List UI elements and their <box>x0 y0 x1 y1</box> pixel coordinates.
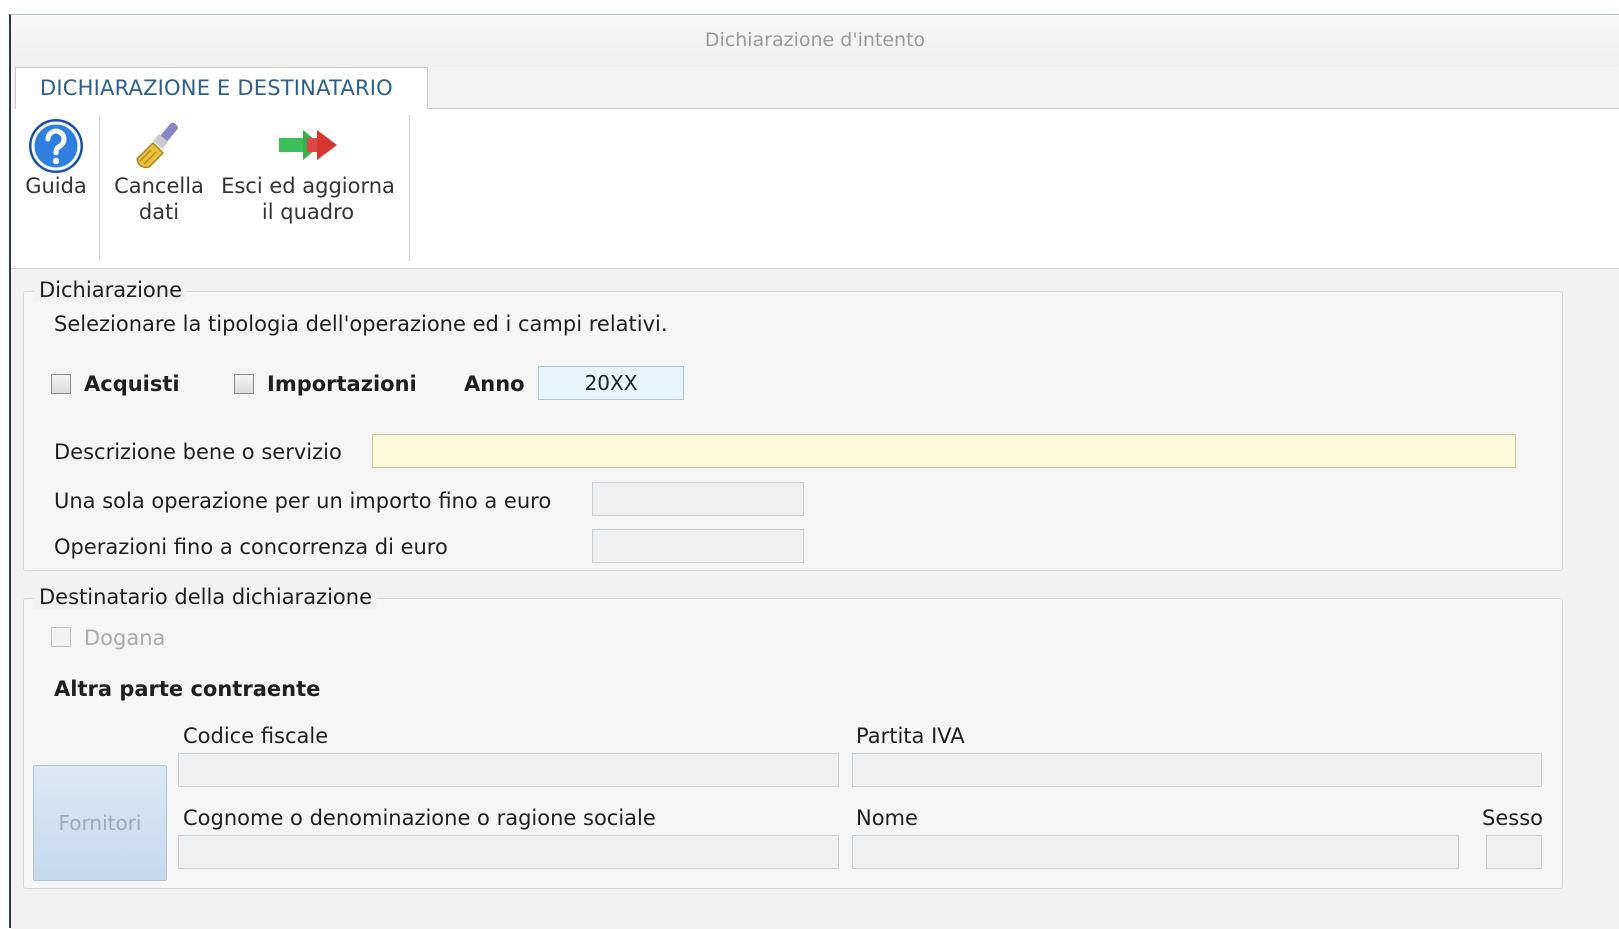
descrizione-label: Descrizione bene o servizio <box>54 440 342 464</box>
anno-label: Anno <box>464 372 525 396</box>
cancella-label-1: Cancella <box>114 174 204 198</box>
sesso-label: Sesso <box>1482 806 1543 830</box>
tab-label: DICHIARAZIONE E DESTINATARIO <box>40 76 393 100</box>
importazioni-checkbox[interactable] <box>234 374 254 394</box>
descrizione-field[interactable] <box>372 434 1516 468</box>
instructions-text: Selezionare la tipologia dell'operazione… <box>54 312 668 336</box>
anno-field[interactable] <box>538 366 684 400</box>
nome-field[interactable] <box>852 835 1459 869</box>
acquisti-label: Acquisti <box>84 372 180 396</box>
title-bar: Dichiarazione d'intento <box>11 15 1619 67</box>
ribbon-separator <box>409 115 410 261</box>
codice-fiscale-field[interactable] <box>178 753 839 787</box>
concorrenza-field[interactable] <box>592 529 804 563</box>
dogana-checkbox[interactable] <box>51 627 71 647</box>
partita-iva-label: Partita IVA <box>856 724 965 748</box>
concorrenza-label: Operazioni fino a concorrenza di euro <box>54 535 448 559</box>
help-icon <box>27 117 85 181</box>
ribbon-separator <box>99 115 100 261</box>
cancella-dati-button[interactable]: Cancella dati <box>111 109 207 259</box>
dogana-label: Dogana <box>84 626 166 650</box>
guida-button[interactable]: Guida <box>17 109 95 259</box>
altra-parte-label: Altra parte contraente <box>54 677 321 701</box>
destinatario-group: Destinatario della dichiarazione Dogana … <box>23 585 1563 889</box>
esci-label-1: Esci ed aggiorna <box>221 174 395 198</box>
window-title: Dichiarazione d'intento <box>704 29 926 51</box>
acquisti-checkbox[interactable] <box>51 374 71 394</box>
cognome-label: Cognome o denominazione o ragione social… <box>183 806 656 830</box>
dichiarazione-legend: Dichiarazione <box>34 278 188 302</box>
sesso-field[interactable] <box>1486 835 1542 869</box>
una-sola-operazione-label: Una sola operazione per un importo fino … <box>54 489 552 513</box>
importazioni-label: Importazioni <box>267 372 417 396</box>
cognome-field[interactable] <box>178 835 839 869</box>
una-sola-operazione-field[interactable] <box>592 482 804 516</box>
dialog-window: Dichiarazione d'intento DICHIARAZIONE E … <box>9 14 1619 929</box>
arrow-right-icon <box>277 127 339 169</box>
tab-dichiarazione-destinatario[interactable]: DICHIARAZIONE E DESTINATARIO <box>15 67 428 109</box>
codice-fiscale-label: Codice fiscale <box>183 724 329 748</box>
dichiarazione-group: Dichiarazione Selezionare la tipologia d… <box>23 278 1563 571</box>
fornitori-button[interactable]: Fornitori <box>33 765 167 881</box>
brush-icon <box>131 119 187 177</box>
cancella-label-2: dati <box>138 200 180 224</box>
esci-aggiorna-button[interactable]: Esci ed aggiorna il quadro <box>215 109 401 259</box>
esci-label-2: il quadro <box>261 200 355 224</box>
destinatario-legend: Destinatario della dichiarazione <box>34 585 377 609</box>
partita-iva-field[interactable] <box>852 753 1542 787</box>
ribbon-toolbar: Guida Cancella dati Esci ed aggiorna il … <box>11 109 1619 269</box>
nome-label: Nome <box>856 806 918 830</box>
form-content: Dichiarazione Selezionare la tipologia d… <box>11 269 1619 929</box>
guida-label: Guida <box>25 174 87 198</box>
